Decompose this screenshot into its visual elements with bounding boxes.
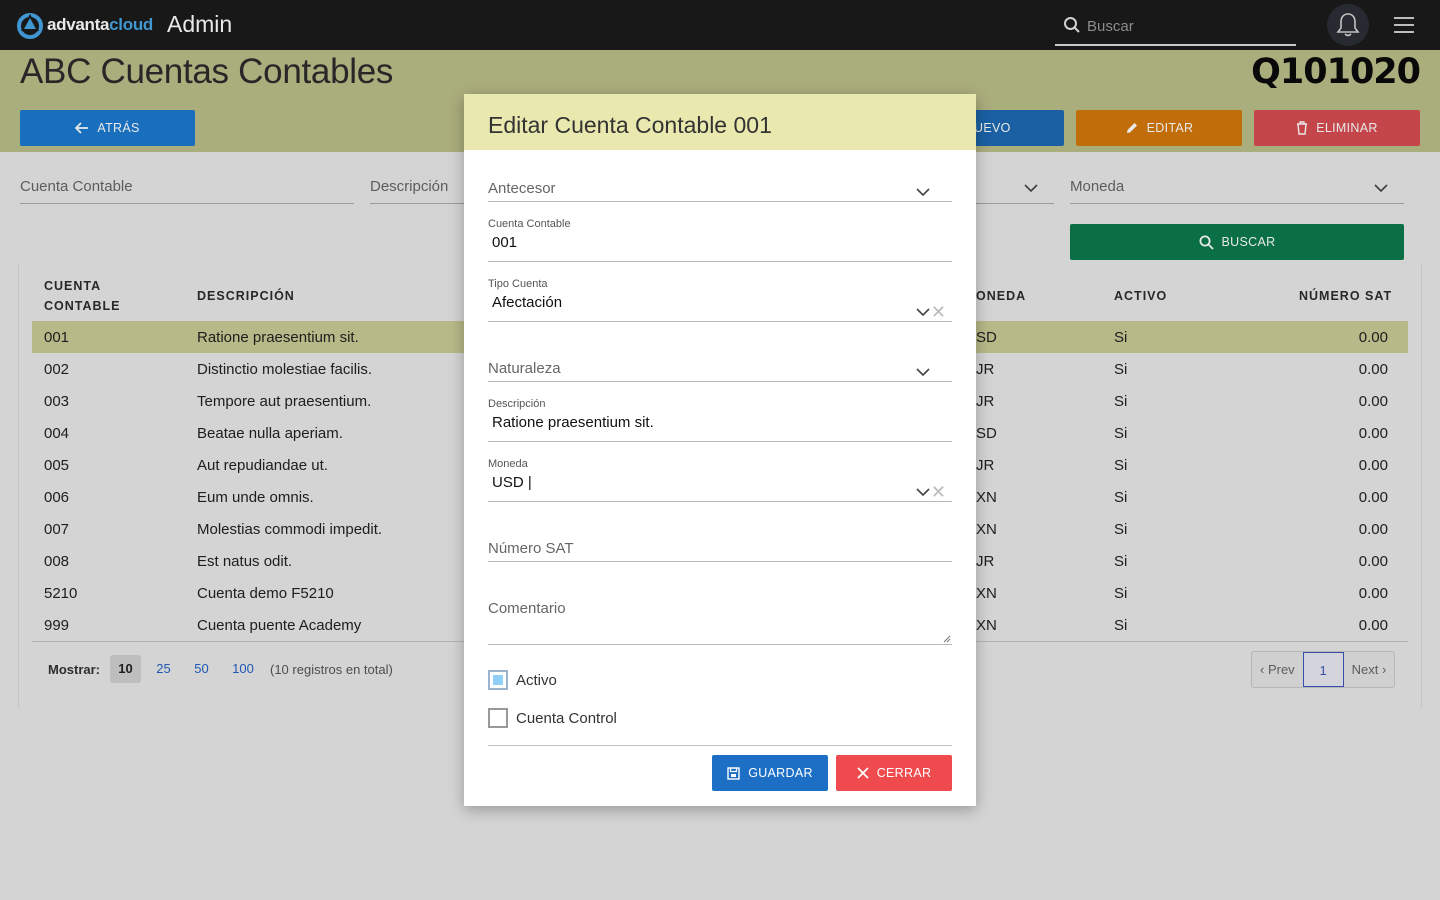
clear-icon[interactable]: ✕ xyxy=(931,483,946,501)
descripcion-label: Descripción xyxy=(488,398,546,410)
tipo-cuenta-value: Afectación xyxy=(492,294,563,311)
save-button-label: GUARDAR xyxy=(748,766,813,780)
cuenta-contable-field[interactable]: Cuenta Contable 001 xyxy=(488,218,952,262)
close-icon xyxy=(857,767,869,779)
comentario-field[interactable]: Comentario xyxy=(488,596,952,652)
descripcion-value: Ratione praesentium sit. xyxy=(492,414,654,431)
clear-icon[interactable]: ✕ xyxy=(931,303,946,321)
activo-label: Activo xyxy=(516,672,557,689)
close-button[interactable]: CERRAR xyxy=(836,755,952,791)
moneda-label: Moneda xyxy=(488,458,528,470)
tipo-cuenta-select[interactable]: Tipo Cuenta Afectación ✕ xyxy=(488,278,952,322)
numero-sat-field[interactable]: Número SAT xyxy=(488,536,952,562)
tipo-cuenta-label: Tipo Cuenta xyxy=(488,278,548,290)
numero-sat-label: Número SAT xyxy=(488,540,574,557)
naturaleza-label: Naturaleza xyxy=(488,360,561,377)
comentario-label: Comentario xyxy=(488,600,566,617)
cuenta-control-checkbox[interactable] xyxy=(488,708,508,728)
moneda-select[interactable]: Moneda USD | ✕ xyxy=(488,458,952,502)
chevron-down-icon xyxy=(916,308,930,316)
moneda-value: USD | xyxy=(492,474,532,491)
comentario-textarea[interactable] xyxy=(488,626,952,652)
antecesor-label: Antecesor xyxy=(488,180,556,197)
chevron-down-icon xyxy=(916,368,930,376)
chevron-down-icon xyxy=(916,488,930,496)
descripcion-field[interactable]: Descripción Ratione praesentium sit. xyxy=(488,398,952,442)
dialog-title: Editar Cuenta Contable 001 xyxy=(464,94,976,150)
close-button-label: CERRAR xyxy=(876,766,932,780)
antecesor-select[interactable]: Antecesor xyxy=(488,176,952,202)
naturaleza-select[interactable]: Naturaleza xyxy=(488,356,952,382)
activo-checkbox[interactable] xyxy=(488,670,508,690)
cuenta-contable-value: 001 xyxy=(492,234,518,251)
edit-account-dialog: Editar Cuenta Contable 001 Antecesor Cue… xyxy=(464,94,976,806)
cuenta-contable-label: Cuenta Contable xyxy=(488,218,571,230)
resize-handle-icon[interactable] xyxy=(943,635,951,643)
chevron-down-icon xyxy=(916,188,930,196)
save-button[interactable]: GUARDAR xyxy=(712,755,828,791)
save-icon xyxy=(727,766,740,780)
dialog-divider xyxy=(488,745,952,746)
cuenta-control-label: Cuenta Control xyxy=(516,710,617,727)
